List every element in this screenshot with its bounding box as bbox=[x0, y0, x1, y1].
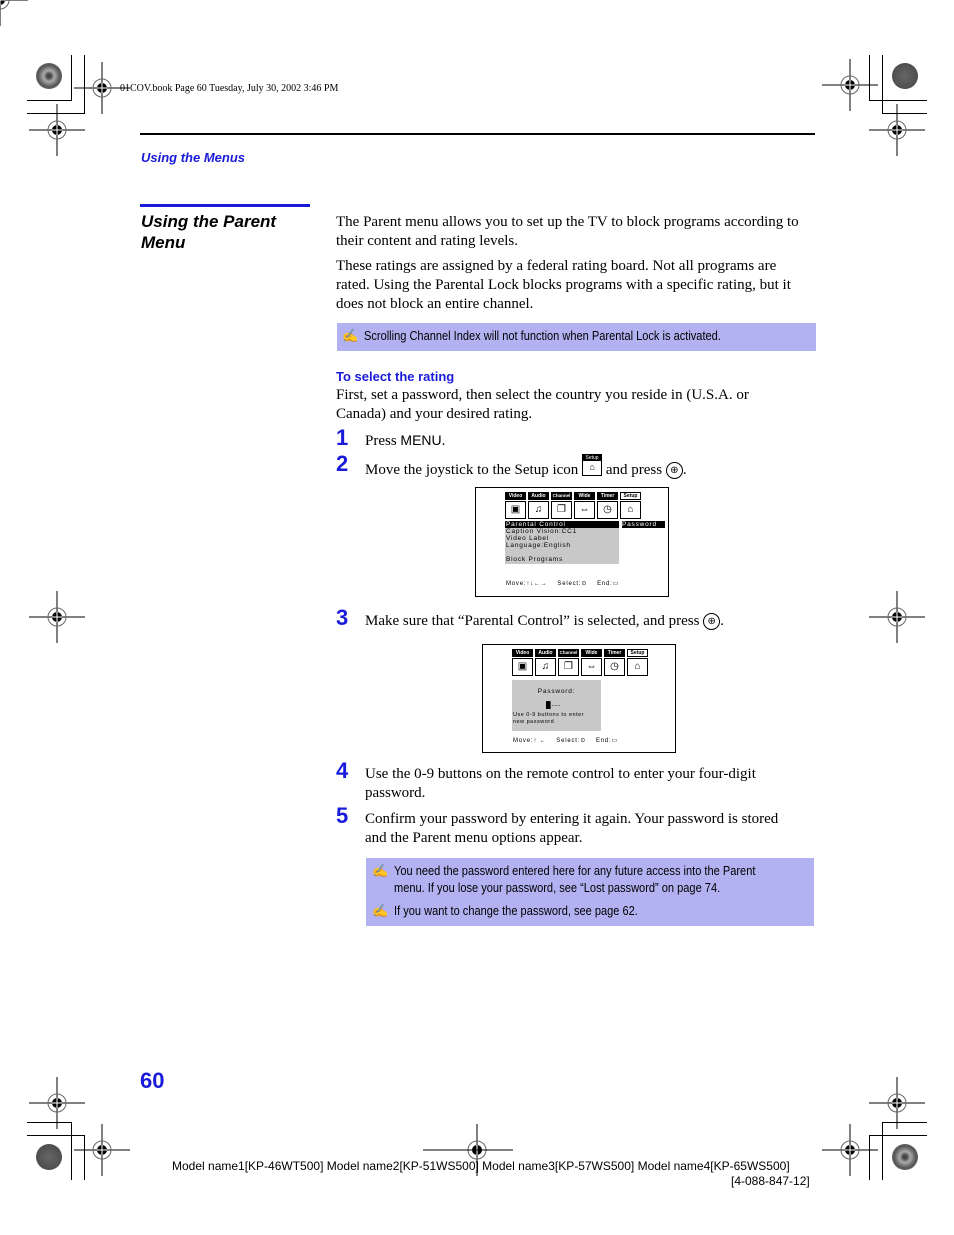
tab-audio: Audio ♫ bbox=[528, 492, 549, 519]
menu-tabs: Video ▣ Audio ♫ Channel ❐ Wide ⇔ Timer ◷ Setu… bbox=[512, 649, 648, 676]
tab-video: Video ▣ bbox=[512, 649, 533, 676]
step-number: 4 bbox=[336, 758, 349, 783]
pencil-note-icon: ✍ bbox=[372, 903, 389, 918]
step-text: Confirm your password by entering it aga… bbox=[365, 811, 779, 846]
tab-timer: Timer ◷ bbox=[597, 492, 618, 519]
subsection-heading: To select the rating bbox=[336, 369, 455, 384]
section-rule bbox=[140, 204, 310, 207]
header-rule bbox=[140, 133, 815, 135]
section-title: Using the Parent Menu bbox=[141, 211, 276, 253]
tab-video: Video ▣ bbox=[505, 492, 526, 519]
note-text: Scrolling Channel Index will not functio… bbox=[364, 328, 721, 343]
note-box: ✍ Scrolling Channel Index will not funct… bbox=[337, 323, 816, 351]
menu-item-block-programs: Block Programs bbox=[506, 556, 564, 563]
password-prompt: Password: bbox=[537, 688, 576, 695]
tab-wide: Wide ⇔ bbox=[574, 492, 595, 519]
tv-screen-setup-menu: Video ▣ Audio ♫ Channel ❐ Wide ⇔ Timer ◷ Setu… bbox=[475, 487, 669, 597]
timer-icon: ◷ bbox=[604, 658, 625, 676]
joystick-button-icon: ⊕ bbox=[665, 462, 683, 480]
channel-icon: ❐ bbox=[558, 658, 579, 676]
step-text: Make sure that “Parental Control” is sel… bbox=[365, 613, 724, 631]
password-panel: Password: █--- Use 0-9 buttons to enter … bbox=[512, 680, 601, 731]
wide-icon: ⇔ bbox=[581, 658, 602, 676]
tab-timer: Timer ◷ bbox=[604, 649, 625, 676]
crosshair-icon bbox=[28, 1076, 86, 1130]
channel-icon: ❐ bbox=[551, 501, 572, 519]
note-text: You need the password entered here for a… bbox=[394, 863, 756, 895]
print-header-meta: 01COV.book Page 60 Tuesday, July 30, 200… bbox=[120, 83, 339, 94]
step-number: 5 bbox=[336, 803, 349, 828]
video-icon: ▣ bbox=[512, 658, 533, 676]
timer-icon: ◷ bbox=[597, 501, 618, 519]
step-number: 1 bbox=[336, 425, 349, 450]
video-icon: ▣ bbox=[505, 501, 526, 519]
page-number: 60 bbox=[140, 1068, 165, 1093]
tab-audio: Audio ♫ bbox=[535, 649, 556, 676]
crosshair-icon bbox=[868, 590, 926, 644]
menu-item-parental-control: Parental Control bbox=[505, 521, 619, 528]
screen-footer: Move:↑ ← Select:⊙ End:▭ bbox=[513, 738, 618, 744]
password-field: █--- bbox=[546, 702, 562, 709]
crosshair-icon bbox=[28, 103, 86, 157]
menu-item-language: Language:English bbox=[506, 542, 571, 549]
joystick-button-icon: ⊕ bbox=[703, 613, 721, 631]
step-number: 3 bbox=[336, 605, 349, 630]
crosshair-icon bbox=[868, 1076, 926, 1130]
menu-item-caption-vision: Caption Vision:CC1 bbox=[506, 528, 578, 535]
crosshair-icon bbox=[821, 1123, 879, 1177]
subsection-paragraph: First, set a password, then select the c… bbox=[336, 387, 749, 422]
step-text: Use the 0-9 buttons on the remote contro… bbox=[365, 766, 756, 801]
crosshair-icon bbox=[821, 58, 879, 112]
tab-setup: Setup ⌂ bbox=[620, 492, 641, 519]
audio-icon: ♫ bbox=[535, 658, 556, 676]
password-label: Password bbox=[622, 521, 665, 528]
audio-icon: ♫ bbox=[528, 501, 549, 519]
crosshair-icon bbox=[73, 1123, 131, 1177]
pencil-note-icon: ✍ bbox=[342, 328, 359, 343]
note-text: If you want to change the password, see … bbox=[394, 903, 638, 918]
wide-icon: ⇔ bbox=[574, 501, 595, 519]
tv-screen-password: Video ▣ Audio ♫ Channel ❐ Wide ⇔ Timer ◷ Setu… bbox=[482, 644, 676, 753]
tab-channel: Channel ❐ bbox=[558, 649, 579, 676]
menu-key-label: MENU bbox=[400, 432, 442, 448]
section-title-line: Menu bbox=[141, 233, 186, 252]
menu-item-video-label: Video Label bbox=[506, 535, 550, 542]
section-title-line: Using the Parent bbox=[141, 212, 277, 231]
setup-icon: ⌂ bbox=[627, 658, 648, 676]
step-number: 2 bbox=[336, 451, 349, 476]
intro-paragraph: The Parent menu allows you to set up the… bbox=[336, 214, 799, 249]
part-number: [4-088-847-12] bbox=[731, 1174, 810, 1188]
intro-paragraph: These ratings are assigned by a federal … bbox=[336, 258, 791, 312]
setup-menu-list: Parental Control Caption Vision:CC1 Vide… bbox=[505, 521, 619, 564]
tab-channel: Channel ❐ bbox=[551, 492, 572, 519]
tab-wide: Wide ⇔ bbox=[581, 649, 602, 676]
crosshair-icon bbox=[868, 103, 926, 157]
crosshair-icon bbox=[28, 590, 86, 644]
screen-footer: Move:↑↓←→ Select:⊙ End:▭ bbox=[506, 581, 620, 587]
tab-setup: Setup ⌂ bbox=[627, 649, 648, 676]
menu-tabs: Video ▣ Audio ♫ Channel ❐ Wide ⇔ Timer ◷ Setu… bbox=[505, 492, 641, 519]
step-text: Press MENU. bbox=[365, 432, 446, 449]
setup-icon: Setup ⌂ bbox=[582, 454, 603, 476]
model-names-footer: Model name1[KP-46WT500] Model name2[KP-5… bbox=[172, 1159, 790, 1173]
pencil-note-icon: ✍ bbox=[372, 863, 389, 878]
running-head: Using the Menus bbox=[141, 150, 246, 165]
step-text: Move the joystick to the Setup icon Setu… bbox=[365, 454, 687, 480]
password-hint: Use 0-9 buttons to enter new password bbox=[513, 712, 585, 725]
crosshair-icon bbox=[0, 0, 28, 26]
setup-icon: ⌂ bbox=[620, 501, 641, 519]
note-box: ✍ You need the password entered here for… bbox=[366, 858, 814, 926]
